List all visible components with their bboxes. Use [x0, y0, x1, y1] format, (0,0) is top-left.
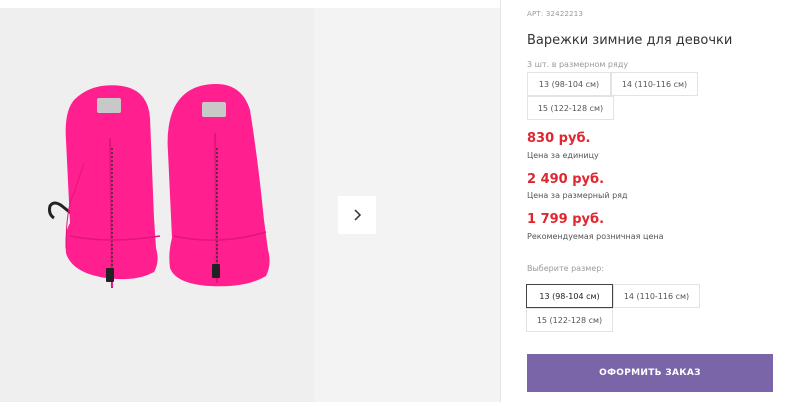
order-button[interactable]: ОФОРМИТЬ ЗАКАЗ [527, 354, 773, 392]
right-mitten [167, 84, 270, 287]
pink-mittens-image [48, 84, 270, 289]
size-option-13[interactable]: 13 (98-104 см) [526, 284, 613, 308]
product-title: Варежки зимние для девочки [527, 33, 733, 48]
divider [500, 0, 501, 402]
size-option-14[interactable]: 14 (110-116 см) [613, 284, 700, 308]
product-photo[interactable] [0, 8, 314, 402]
size-option-15[interactable]: 15 (122-128 см) [526, 308, 613, 332]
unit-price: 830 руб. [527, 131, 591, 146]
choose-size-label: Выберите размер: [527, 264, 605, 273]
product-sku: АРТ: 32422213 [527, 10, 584, 18]
next-image-button[interactable] [338, 196, 376, 234]
row-price-note: Цена за размерный ряд [527, 191, 628, 200]
unit-price-note: Цена за единицу [527, 151, 599, 160]
chevron-right-icon [354, 209, 362, 221]
size-row-note: 3 шт. в размерном ряду [527, 60, 629, 69]
row-size-13: 13 (98-104 см) [527, 72, 611, 96]
retail-price-note: Рекомендуемая розничная цена [527, 232, 664, 241]
row-size-15: 15 (122-128 см) [527, 96, 614, 120]
row-size-14: 14 (110-116 см) [611, 72, 698, 96]
left-mitten [48, 85, 161, 289]
retail-price: 1 799 руб. [527, 212, 605, 227]
row-price: 2 490 руб. [527, 172, 605, 187]
product-gallery [0, 8, 500, 402]
